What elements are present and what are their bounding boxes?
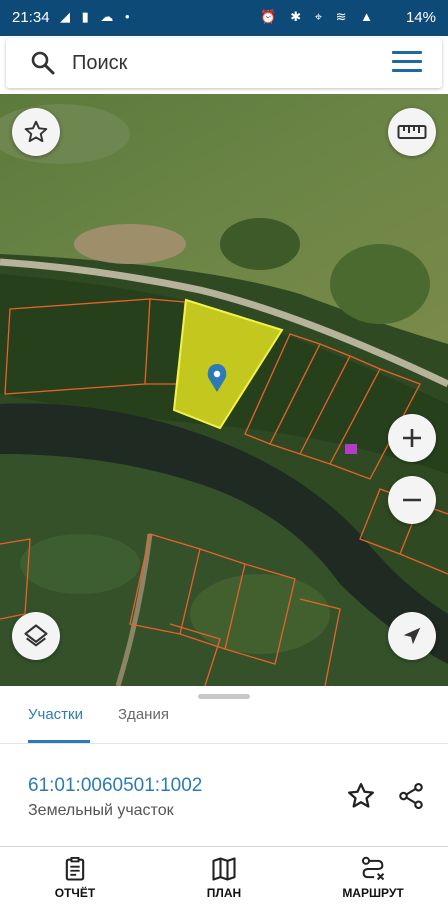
- sheet-drag-handle[interactable]: [198, 694, 250, 699]
- menu-icon[interactable]: [392, 51, 422, 75]
- navigation-arrow-icon: [403, 627, 421, 645]
- route-icon: [361, 856, 385, 881]
- layers-icon: [24, 624, 48, 647]
- status-bar: 21:34 ◢ ▮ ☁ • ⏰ ✱ ⌖ ≋ ▲ 14%: [0, 0, 448, 36]
- share-icon: [399, 782, 423, 810]
- search-icon[interactable]: [30, 50, 56, 81]
- plus-icon: [403, 429, 421, 447]
- parcel-cadastral-number[interactable]: 61:01:0060501:1002: [28, 775, 202, 797]
- nav-route[interactable]: МАРШРУТ: [298, 847, 448, 911]
- favorite-map-button[interactable]: [12, 108, 60, 156]
- nav-plan-label: ПЛАН: [206, 886, 242, 900]
- star-icon: [24, 120, 48, 143]
- search-bar[interactable]: Поиск: [6, 38, 442, 88]
- zoom-out-button[interactable]: [388, 476, 436, 524]
- satellite-map[interactable]: [0, 94, 448, 686]
- tab-buildings[interactable]: Здания: [118, 706, 169, 723]
- layers-button[interactable]: [12, 612, 60, 660]
- favorite-parcel-button[interactable]: [346, 781, 376, 816]
- report-icon: [65, 856, 85, 881]
- nav-report-label: ОТЧЁТ: [54, 886, 96, 900]
- nav-route-label: МАРШРУТ: [342, 886, 404, 900]
- star-icon: [348, 783, 374, 808]
- share-button[interactable]: [396, 781, 426, 816]
- system-icons: ⏰ ✱ ⌖ ≋ ▲: [260, 9, 378, 24]
- status-time: 21:34: [12, 9, 50, 26]
- zoom-in-button[interactable]: [388, 414, 436, 462]
- bottom-navigation: ОТЧЁТ ПЛАН МАРШРУТ: [0, 846, 448, 911]
- map-imagery: [0, 94, 448, 686]
- notification-icons: ◢ ▮ ☁ •: [60, 9, 134, 24]
- parcel-type: Земельный участок: [28, 802, 174, 819]
- nav-plan[interactable]: ПЛАН: [149, 847, 299, 911]
- sheet-divider: [0, 743, 448, 744]
- battery-level: 14%: [405, 9, 436, 26]
- map-icon: [212, 857, 236, 881]
- ruler-button[interactable]: [388, 108, 436, 156]
- my-location-button[interactable]: [388, 612, 436, 660]
- minus-icon: [403, 498, 421, 502]
- nav-report[interactable]: ОТЧЁТ: [0, 847, 150, 911]
- tab-parcels[interactable]: Участки: [28, 706, 83, 723]
- ruler-icon: [397, 125, 427, 139]
- search-input[interactable]: Поиск: [72, 52, 127, 75]
